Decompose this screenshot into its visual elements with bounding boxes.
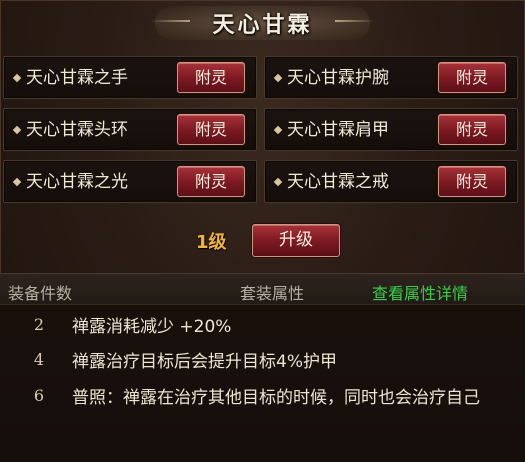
enchant-button[interactable]: 附灵 [438,62,506,93]
set-item-2: 天心甘霖护腕 附灵 [264,56,518,99]
diamond-bullet-icon [273,177,283,187]
title-banner: 天心甘霖 [0,0,525,46]
diamond-bullet-icon [12,177,22,187]
diamond-bullet-icon [273,125,283,135]
enchant-button[interactable]: 附灵 [438,114,506,145]
enchant-button[interactable]: 附灵 [177,114,245,145]
set-panel: 天心甘霖 天心甘霖之手 附灵 天心甘霖护腕 附灵 天心甘霖头环 附灵 天心甘霖肩… [0,0,525,462]
set-item-4: 天心甘霖肩甲 附灵 [264,108,518,151]
row-count: 2 [33,315,45,334]
panel-title: 天心甘霖 [212,13,313,38]
enchant-button[interactable]: 附灵 [177,62,245,93]
row-description: 禅露治疗目标后会提升目标4%护甲 [72,352,337,372]
set-item-name: 天心甘霖之手 [26,68,128,88]
set-level: 1级 [196,232,227,253]
header-equip-count: 装备件数 [8,284,73,303]
enchant-button[interactable]: 附灵 [438,166,506,197]
enchant-button[interactable]: 附灵 [177,166,245,197]
diamond-bullet-icon [273,73,283,83]
header-set-attributes: 套装属性 [240,284,305,303]
diamond-bullet-icon [12,125,22,135]
set-item-1: 天心甘霖之手 附灵 [3,56,257,99]
table-header: 装备件数 套装属性 查看属性详情 [0,273,525,305]
set-bonus-table: 装备件数 套装属性 查看属性详情 2 禅露消耗减少 +20% 4 禅露治疗目标后… [0,273,525,462]
set-item-name: 天心甘霖肩甲 [287,120,389,140]
row-description: 禅露消耗减少 +20% [72,317,232,337]
row-description: 普照：禅露在治疗其他目标的时候，同时也会治疗自己 [72,388,480,408]
set-item-3: 天心甘霖头环 附灵 [3,108,257,151]
diamond-bullet-icon [12,73,22,83]
title-flourish-right [335,20,375,22]
set-item-6: 天心甘霖之戒 附灵 [264,160,518,203]
row-count: 4 [33,350,45,369]
set-item-name: 天心甘霖头环 [26,120,128,140]
set-item-5: 天心甘霖之光 附灵 [3,160,257,203]
view-attribute-details-link[interactable]: 查看属性详情 [372,280,468,304]
set-item-name: 天心甘霖之戒 [287,172,389,192]
title-flourish-left [150,20,190,22]
upgrade-button[interactable]: 升级 [252,224,340,257]
set-item-name: 天心甘霖护腕 [287,68,389,88]
row-count: 6 [33,386,45,405]
set-item-name: 天心甘霖之光 [26,172,128,192]
